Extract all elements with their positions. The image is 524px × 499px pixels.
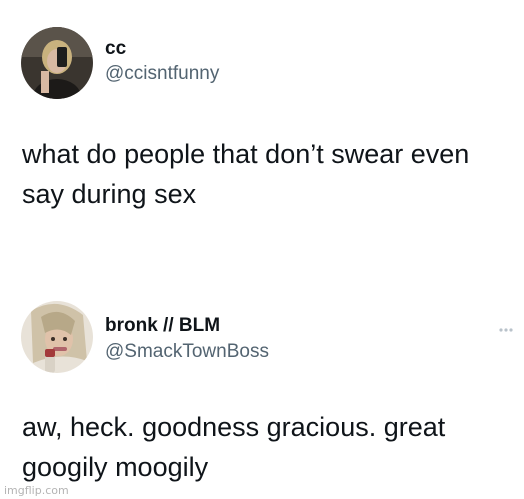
tweet-text: what do people that don’t swear even say… [22,139,470,209]
display-name[interactable]: cc [105,38,126,60]
avatar[interactable] [21,301,93,373]
tweet-text: aw, heck. goodness gracious. great googi… [22,412,446,482]
avatar[interactable] [21,27,93,99]
watermark: imgflip.com [4,484,69,497]
more-dots-icon[interactable] [498,320,514,332]
tweet-card: cc @ccisntfunny what do people that don’… [0,0,524,258]
tweet-card: bronk // BLM @SmackTownBoss aw, heck. go… [0,258,524,499]
display-name[interactable]: bronk // BLM [105,315,220,337]
username-handle[interactable]: @ccisntfunny [105,63,219,85]
username-handle[interactable]: @SmackTownBoss [105,341,269,363]
